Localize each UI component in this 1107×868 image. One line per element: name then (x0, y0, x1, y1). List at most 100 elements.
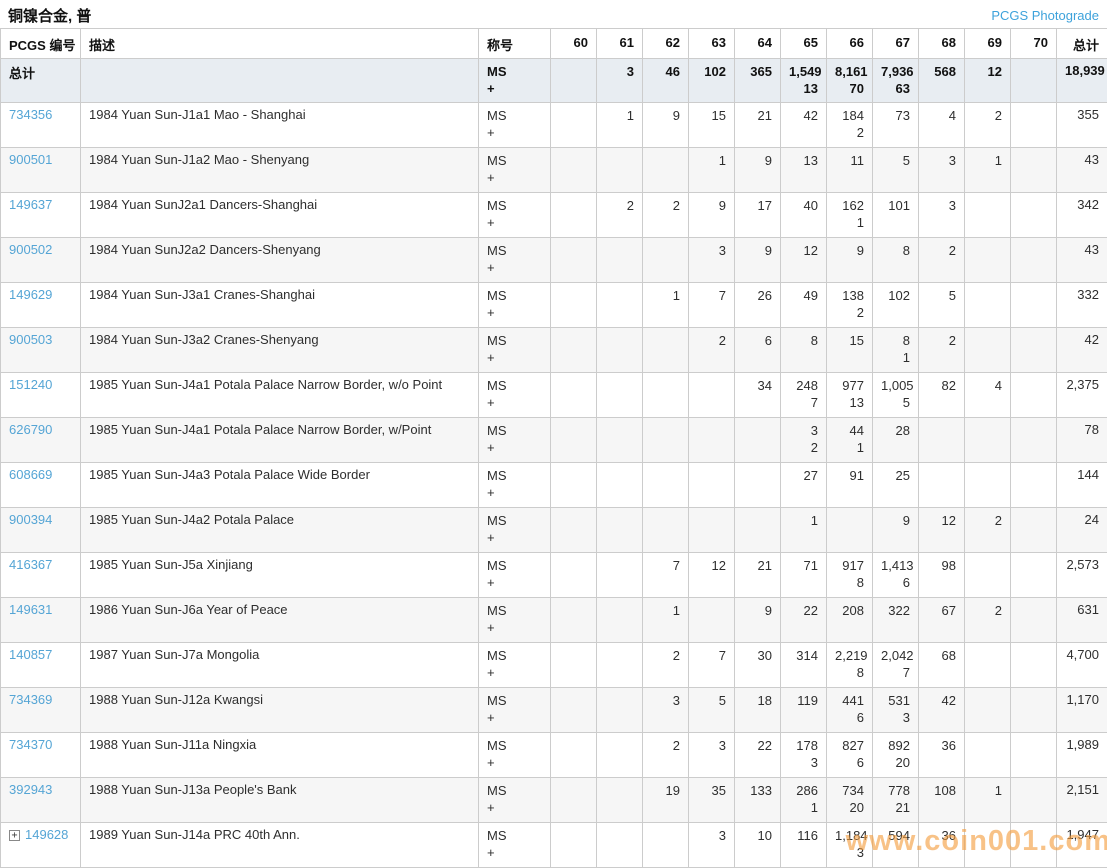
grade-column-header-64: 64 (735, 29, 781, 59)
pcgs-number-link[interactable]: 416367 (9, 557, 52, 572)
row-total-cell: 4,700 (1057, 643, 1107, 688)
pcgs-cell: 734370 (1, 733, 81, 778)
pcgs-cell: 149629 (1, 283, 81, 328)
pcgs-number-link[interactable]: 140857 (9, 647, 52, 662)
pcgs-number-link[interactable]: 626790 (9, 422, 52, 437)
grade-cell-62 (643, 508, 689, 553)
row-total-cell: 332 (1057, 283, 1107, 328)
grade-cell-66: 91 (827, 463, 873, 508)
designation-cell: MS+ (479, 148, 551, 193)
grade-cell-65: 8 (781, 328, 827, 373)
grade-column-header-60: 60 (551, 29, 597, 59)
pcgs-number-link[interactable]: 149629 (9, 287, 52, 302)
grade-cell-68: 4 (919, 103, 965, 148)
table-row: 900503 1984 Yuan Sun-J3a2 Cranes-Shenyan… (1, 328, 1107, 373)
grade-cell-63: 9 (689, 193, 735, 238)
designation-cell: MS+ (479, 238, 551, 283)
description-cell (81, 59, 479, 103)
grade-cell-62: 1 (643, 598, 689, 643)
grade-cell-69: 4 (965, 373, 1011, 418)
grade-cell-61 (597, 283, 643, 328)
grade-cell-65: 40 (781, 193, 827, 238)
grade-cell-69 (965, 553, 1011, 598)
grade-column-header-62: 62 (643, 29, 689, 59)
row-total-cell: 24 (1057, 508, 1107, 553)
pcgs-number-link[interactable]: 734369 (9, 692, 52, 707)
grade-cell-63: 35 (689, 778, 735, 823)
grade-cell-66: 8276 (827, 733, 873, 778)
grade-cell-61 (597, 778, 643, 823)
population-table: PCGS 编号 描述 称号 6061626364656667686970总计 总… (0, 28, 1107, 868)
designation-cell: MS+ (479, 778, 551, 823)
pcgs-number-link[interactable]: 149628 (25, 827, 68, 842)
row-total-cell: 2,151 (1057, 778, 1107, 823)
table-row: 149629 1984 Yuan Sun-J3a1 Cranes-Shangha… (1, 283, 1107, 328)
pcgs-cell: 734356 (1, 103, 81, 148)
table-row: 734369 1988 Yuan Sun-J12a Kwangsi MS+ 35… (1, 688, 1107, 733)
grade-cell-62 (643, 373, 689, 418)
grade-cell-66: 1382 (827, 283, 873, 328)
table-row: 416367 1985 Yuan Sun-J5a Xinjiang MS+ 71… (1, 553, 1107, 598)
grade-cell-69 (965, 328, 1011, 373)
pcgs-number-link[interactable]: 900394 (9, 512, 52, 527)
grade-cell-62: 7 (643, 553, 689, 598)
pcgs-number-link[interactable]: 900502 (9, 242, 52, 257)
row-total-cell: 355 (1057, 103, 1107, 148)
grade-cell-68 (919, 463, 965, 508)
grade-cell-68: 12 (919, 508, 965, 553)
grade-cell-63 (689, 598, 735, 643)
grade-cell-62: 9 (643, 103, 689, 148)
description-cell: 1985 Yuan Sun-J4a1 Potala Palace Narrow … (81, 373, 479, 418)
grade-cell-64: 133 (735, 778, 781, 823)
grade-cell-68: 568 (919, 59, 965, 103)
grade-cell-68: 3 (919, 193, 965, 238)
table-row: 140857 1987 Yuan Sun-J7a Mongolia MS+ 27… (1, 643, 1107, 688)
pcgs-number-link[interactable]: 151240 (9, 377, 52, 392)
grade-cell-70 (1011, 148, 1057, 193)
pcgs-number-column-header: PCGS 编号 (1, 29, 81, 59)
designation-cell: MS+ (479, 193, 551, 238)
grade-cell-64: 6 (735, 328, 781, 373)
grade-cell-67: 2,0427 (873, 643, 919, 688)
photograde-link[interactable]: PCGS Photograde (991, 8, 1099, 23)
pcgs-cell: 608669 (1, 463, 81, 508)
table-row: 900394 1985 Yuan Sun-J4a2 Potala Palace … (1, 508, 1107, 553)
grade-cell-65: 116 (781, 823, 827, 868)
grade-cell-63: 12 (689, 553, 735, 598)
grade-cell-70 (1011, 283, 1057, 328)
grade-cell-69: 2 (965, 103, 1011, 148)
grade-cell-70 (1011, 238, 1057, 283)
grade-cell-67: 5313 (873, 688, 919, 733)
pcgs-number-link[interactable]: 734356 (9, 107, 52, 122)
grade-cell-62: 2 (643, 193, 689, 238)
grade-cell-65: 1,54913 (781, 59, 827, 103)
grade-cell-70 (1011, 688, 1057, 733)
grade-cell-64: 365 (735, 59, 781, 103)
grade-cell-60 (551, 59, 597, 103)
grade-cell-67: 81 (873, 328, 919, 373)
grade-cell-69 (965, 418, 1011, 463)
pcgs-number-link[interactable]: 900501 (9, 152, 52, 167)
grade-cell-69 (965, 733, 1011, 778)
grade-cell-60 (551, 643, 597, 688)
expand-row-icon[interactable]: + (9, 830, 20, 841)
grade-cell-68: 42 (919, 688, 965, 733)
pcgs-number-link[interactable]: 734370 (9, 737, 52, 752)
pcgs-number-link[interactable]: 149631 (9, 602, 52, 617)
grade-cell-67: 89220 (873, 733, 919, 778)
table-row: 608669 1985 Yuan Sun-J4a3 Potala Palace … (1, 463, 1107, 508)
description-cell: 1984 Yuan SunJ2a2 Dancers-Shenyang (81, 238, 479, 283)
pcgs-number-link[interactable]: 900503 (9, 332, 52, 347)
row-total-cell: 1,170 (1057, 688, 1107, 733)
designation-cell: MS+ (479, 508, 551, 553)
grade-cell-61: 2 (597, 193, 643, 238)
grade-cell-68: 98 (919, 553, 965, 598)
table-row: 151240 1985 Yuan Sun-J4a1 Potala Palace … (1, 373, 1107, 418)
grade-cell-64: 9 (735, 148, 781, 193)
grade-cell-66: 1,1843 (827, 823, 873, 868)
pcgs-number-link[interactable]: 149637 (9, 197, 52, 212)
pcgs-cell: 900501 (1, 148, 81, 193)
grade-cell-60 (551, 688, 597, 733)
pcgs-number-link[interactable]: 608669 (9, 467, 52, 482)
pcgs-number-link[interactable]: 392943 (9, 782, 52, 797)
